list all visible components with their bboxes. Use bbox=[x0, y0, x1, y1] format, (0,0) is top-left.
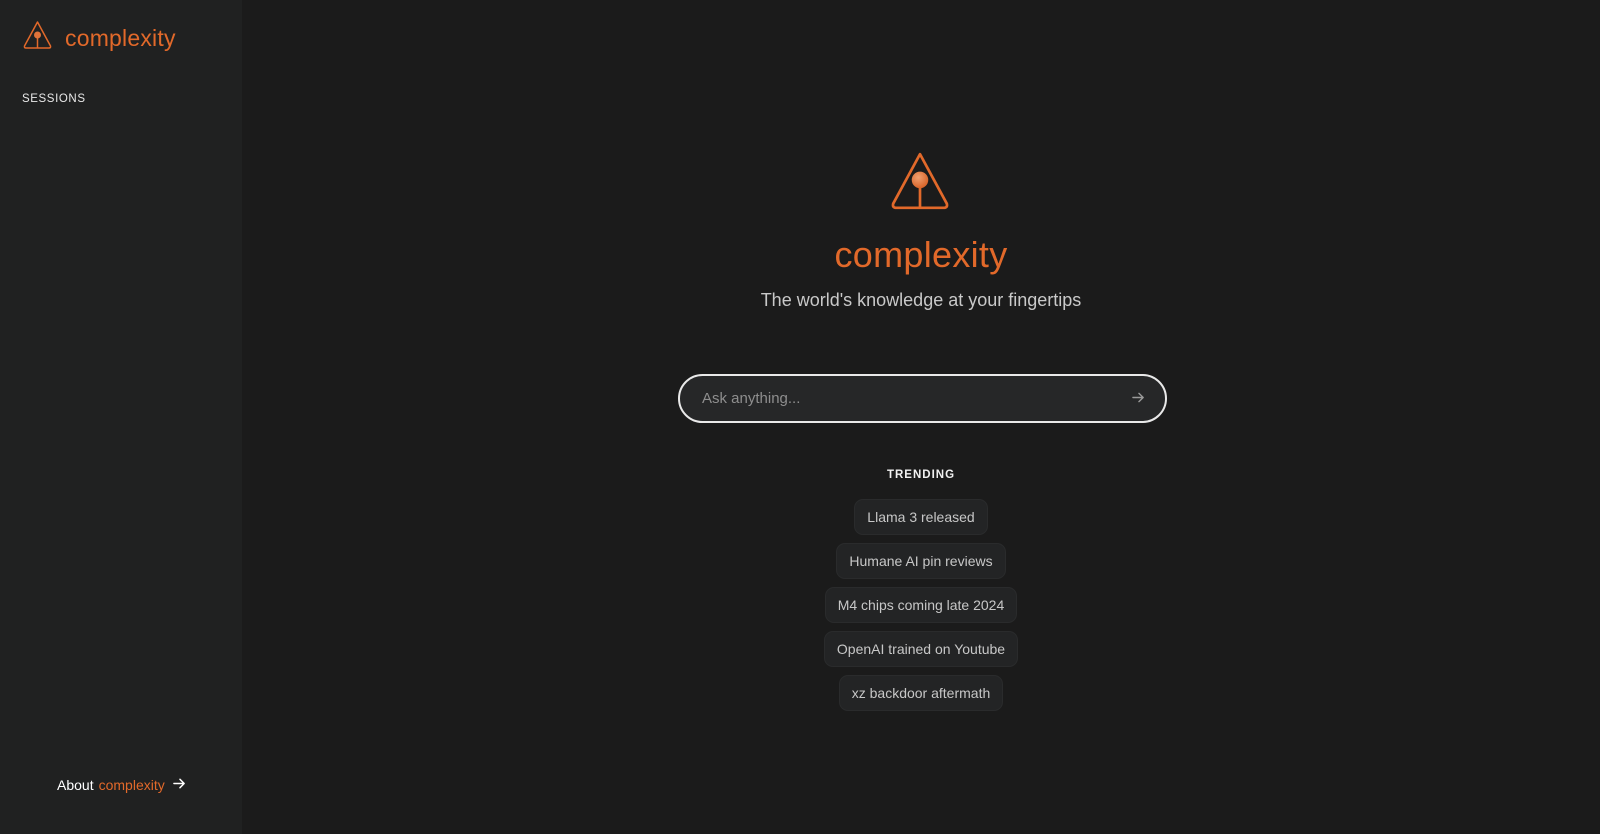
app-root: complexity SESSIONS About complexity com… bbox=[0, 0, 1600, 834]
search-input[interactable] bbox=[702, 390, 1125, 407]
trending-item[interactable]: OpenAI trained on Youtube bbox=[823, 631, 1019, 667]
trending-item[interactable]: Llama 3 released bbox=[854, 499, 988, 535]
sidebar-brand-name: complexity bbox=[65, 24, 176, 51]
trending-heading: TRENDING bbox=[886, 469, 956, 481]
search-bar bbox=[678, 374, 1167, 423]
about-link[interactable]: About complexity bbox=[57, 777, 186, 793]
about-brand: complexity bbox=[98, 777, 165, 793]
main-area: complexity The world's knowledge at your… bbox=[242, 0, 1600, 834]
about-label: About bbox=[57, 777, 94, 793]
sidebar: complexity SESSIONS About complexity bbox=[0, 0, 242, 834]
trending-item[interactable]: M4 chips coming late 2024 bbox=[824, 587, 1018, 623]
sidebar-brand-link[interactable]: complexity bbox=[22, 20, 176, 56]
hero-logo-icon bbox=[888, 150, 952, 219]
search-submit-button[interactable] bbox=[1125, 386, 1151, 412]
logo-icon bbox=[22, 20, 53, 56]
hero-subtitle: The world's knowledge at your fingertips bbox=[760, 290, 1082, 310]
hero-title: complexity bbox=[834, 234, 1008, 275]
sessions-heading: SESSIONS bbox=[22, 93, 86, 105]
trending-item[interactable]: xz backdoor aftermath bbox=[838, 675, 1004, 711]
trending-list: Llama 3 released Humane AI pin reviews M… bbox=[242, 499, 1600, 711]
arrow-right-icon bbox=[1131, 391, 1145, 407]
trending-item[interactable]: Humane AI pin reviews bbox=[836, 543, 1006, 579]
arrow-right-icon bbox=[170, 777, 186, 793]
